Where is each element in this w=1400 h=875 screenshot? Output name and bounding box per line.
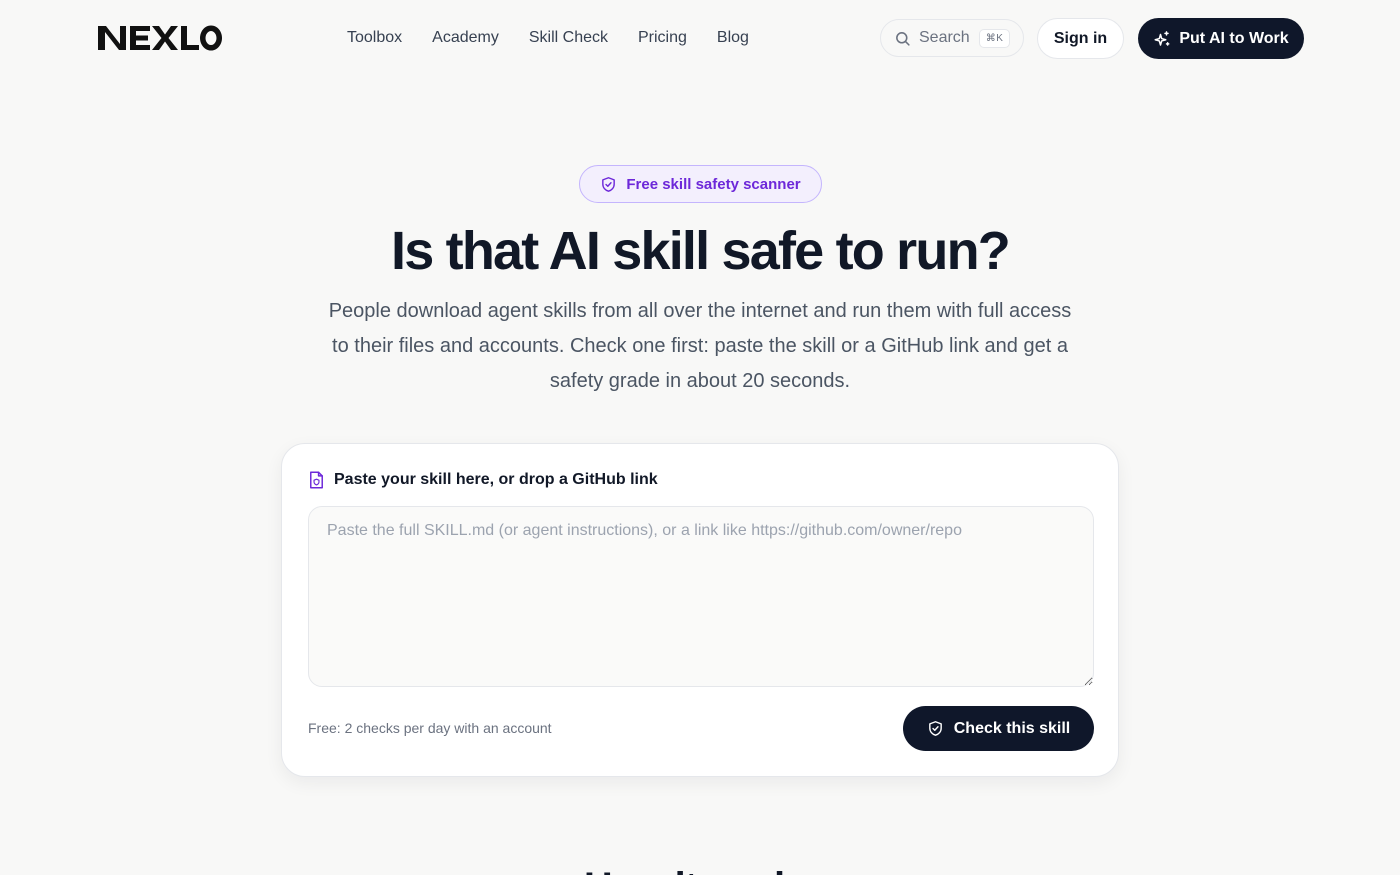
scanner-badge: Free skill safety scanner <box>579 165 822 203</box>
shield-check-icon <box>602 176 616 192</box>
nexlo-logo <box>98 25 222 51</box>
skill-scanner-card: Paste your skill here, or drop a GitHub … <box>281 443 1119 777</box>
nav-item-academy[interactable]: Academy <box>432 27 499 49</box>
search-button[interactable]: Search ⌘K <box>880 19 1024 57</box>
check-skill-button[interactable]: Check this skill <box>903 706 1094 751</box>
skill-input[interactable] <box>308 506 1094 687</box>
hero-description: People download agent skills from all ov… <box>328 300 1072 392</box>
scanner-label-text: Paste your skill here, or drop a GitHub … <box>334 471 658 488</box>
search-shortcut-hint: ⌘K <box>978 28 1011 48</box>
sparkles-icon <box>1154 30 1170 46</box>
scanner-input-label: Paste your skill here, or drop a GitHub … <box>308 471 658 489</box>
sign-in-button[interactable]: Sign in <box>1037 18 1124 59</box>
nav-item-skill-check[interactable]: Skill Check <box>529 27 608 49</box>
check-button-label: Check this skill <box>953 719 1071 737</box>
free-checks-note: Free: 2 checks per day with an account <box>308 720 552 736</box>
nav-item-blog[interactable]: Blog <box>717 27 749 49</box>
cta-label: Put AI to Work <box>1179 29 1289 47</box>
main-nav: Toolbox Academy Skill Check Pricing Blog <box>347 27 749 49</box>
how-it-works-heading: How it works <box>0 862 1400 875</box>
nav-item-pricing[interactable]: Pricing <box>638 27 687 49</box>
badge-label: Free skill safety scanner <box>626 175 801 193</box>
put-ai-to-work-button[interactable]: Put AI to Work <box>1138 18 1304 59</box>
search-label: Search <box>919 29 970 46</box>
file-icon <box>310 471 323 489</box>
shield-check-icon <box>928 721 942 736</box>
page-title: Is that AI skill safe to run? <box>391 221 1011 281</box>
search-icon <box>896 31 910 46</box>
site-header: Toolbox Academy Skill Check Pricing Blog… <box>0 0 1400 76</box>
nav-item-toolbox[interactable]: Toolbox <box>347 27 402 49</box>
